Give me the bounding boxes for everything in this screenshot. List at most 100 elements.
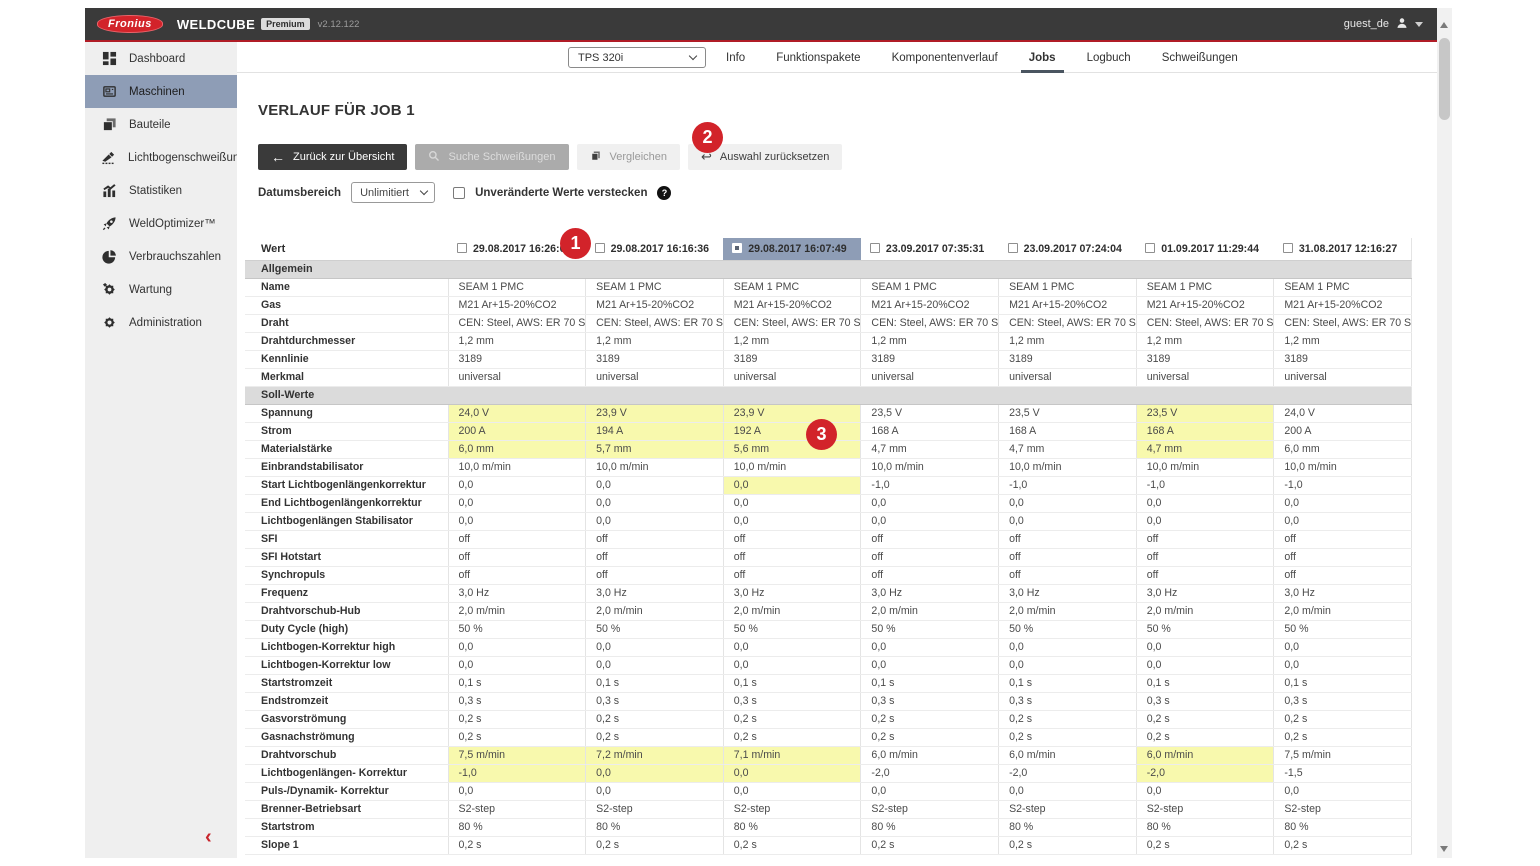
table-row-frequenz: Frequenz 3,0 Hz 3,0 Hz 3,0 Hz 3,0 Hz 3,0 Hz 3,…: [245, 584, 1412, 603]
value-cell: 50 %: [447, 620, 586, 639]
row-label: Endstromzeit: [245, 692, 448, 711]
table-row-duty-cycle-high: Duty Cycle (high) 50 % 50 % 50 % 50 % 50 % 50 …: [245, 620, 1412, 639]
pie-chart-icon: [101, 249, 117, 265]
column-checkbox[interactable]: [869, 242, 880, 253]
value-cell: off: [998, 530, 1137, 549]
value-cell: 80 %: [447, 818, 586, 837]
value-cell: 3,0 Hz: [722, 584, 861, 603]
column-header-6[interactable]: 01.09.2017 11:29:44: [1136, 238, 1274, 261]
value-cell: 3189: [1135, 350, 1274, 369]
value-cell: universal: [998, 368, 1137, 387]
tab-jobs[interactable]: Jobs: [1020, 42, 1064, 73]
date-range-select[interactable]: Unlimitiert: [351, 182, 436, 203]
back-button-label: Zurück zur Übersicht: [293, 151, 395, 163]
value-cell: universal: [1273, 368, 1412, 387]
value-cell: 0,2 s: [722, 728, 861, 747]
app-version: v2.12.122: [317, 18, 360, 30]
column-header-3[interactable]: 29.08.2017 16:07:49: [723, 238, 861, 261]
sidebar-item-bauteile[interactable]: Bauteile: [85, 108, 237, 141]
column-checkbox[interactable]: [1282, 242, 1293, 253]
arrow-left-icon: ←: [271, 149, 285, 165]
column-header-5[interactable]: 23.09.2017 07:24:04: [998, 238, 1137, 261]
table-row-drahtvorschub-hub: Drahtvorschub-Hub 2,0 m/min 2,0 m/min 2,0 m…: [245, 602, 1412, 621]
column-checkbox[interactable]: [457, 242, 467, 253]
sidebar-item-label: Bauteile: [129, 118, 171, 131]
column-checkbox[interactable]: [732, 242, 743, 253]
hide-unchanged-checkbox[interactable]: [453, 186, 466, 199]
sidebar-item-administration[interactable]: Administration: [85, 306, 237, 339]
back-to-overview-button[interactable]: ← Zurück zur Übersicht: [258, 144, 408, 170]
value-cell: 23,9 V: [722, 404, 861, 423]
value-cell: 0,0: [585, 656, 724, 675]
tab-logbuch[interactable]: Logbuch: [1085, 42, 1133, 73]
compare-button[interactable]: Vergleichen: [576, 144, 680, 170]
value-cell: 0,0: [447, 638, 586, 657]
value-cell: -1,0: [447, 764, 586, 783]
sidebar-collapse-button[interactable]: ‹: [205, 827, 212, 847]
value-cell: 3189: [447, 350, 586, 369]
value-cell: 1,2 mm: [722, 332, 861, 351]
machine-select[interactable]: TPS 320i: [568, 47, 706, 68]
column-header-2[interactable]: 29.08.2017 16:16:36: [585, 238, 724, 261]
value-cell: SEAM 1 PMC: [998, 278, 1137, 297]
column-checkbox[interactable]: [594, 242, 605, 253]
vertical-scrollbar[interactable]: [1437, 8, 1452, 858]
value-cell: universal: [860, 368, 999, 387]
sidebar-item-statistiken[interactable]: Statistiken: [85, 174, 237, 207]
value-cell: 0,3 s: [860, 692, 999, 711]
value-cell: 0,1 s: [998, 674, 1137, 693]
value-cell: off: [585, 548, 724, 567]
scroll-up-arrow-icon[interactable]: [1440, 22, 1448, 28]
sidebar-item-wartung[interactable]: Wartung: [85, 273, 237, 306]
scroll-down-arrow-icon[interactable]: [1440, 846, 1448, 852]
value-cell: 24,0 V: [1273, 404, 1412, 423]
value-cell: 0,0: [860, 782, 999, 801]
table-row-drahtdurchmesser: Drahtdurchmesser 1,2 mm 1,2 mm 1,2 mm 1,2 mm…: [245, 332, 1412, 351]
tab-komponentenverlauf[interactable]: Komponentenverlauf: [890, 42, 1000, 73]
annotation-badge-1: 1: [560, 228, 591, 259]
scrollbar-thumb[interactable]: [1439, 38, 1450, 120]
undo-arrow-icon: ↩: [701, 149, 712, 164]
search-welds-button[interactable]: Suche Schweißungen: [415, 144, 569, 170]
value-cell: M21 Ar+15-20%CO2: [722, 296, 861, 315]
table-row-lichtbogenl-ngen-stabilisator: Lichtbogenlängen Stabilisator 0,0 0,0 0,0 0,…: [245, 512, 1412, 531]
help-icon[interactable]: ?: [657, 185, 672, 200]
value-cell: 0,2 s: [585, 710, 724, 729]
column-date: 01.09.2017 11:29:44: [1161, 242, 1259, 255]
value-cell: 0,2 s: [1135, 710, 1274, 729]
table-row-kennlinie: Kennlinie 3189 3189 3189 3189 3189 3189 3189: [245, 350, 1412, 369]
table-row-sfi-hotstart: SFI Hotstart off off off off off off off: [245, 548, 1412, 567]
date-range-label: Datumsbereich: [258, 186, 342, 199]
rocket-icon: [101, 216, 117, 232]
username: guest_de: [1343, 18, 1389, 30]
sidebar-item-lichtbogenschwei-ungen[interactable]: Lichtbogenschweißungen: [85, 141, 258, 174]
value-cell: 2,0 m/min: [1135, 602, 1274, 621]
sidebar-item-weldoptimizer[interactable]: WeldOptimizer™: [85, 207, 237, 240]
value-cell: 168 A: [1135, 422, 1274, 441]
column-header-4[interactable]: 23.09.2017 07:35:31: [860, 238, 999, 261]
value-cell: off: [585, 566, 724, 585]
column-checkbox[interactable]: [1145, 242, 1156, 253]
date-range-value: Unlimitiert: [360, 186, 409, 199]
value-cell: 0,0: [722, 494, 861, 513]
value-cell: 0,0: [585, 494, 724, 513]
value-cell: 0,1 s: [722, 674, 861, 693]
value-cell: 4,7 mm: [1135, 440, 1274, 459]
section-title: Soll-Werte: [245, 385, 1412, 405]
table-row-sfi: SFI off off off off off off off: [245, 530, 1412, 549]
column-checkbox[interactable]: [1007, 242, 1018, 253]
sidebar-item-dashboard[interactable]: Dashboard: [85, 42, 237, 75]
row-label: Synchropuls: [245, 566, 448, 585]
tab-funktionspakete[interactable]: Funktionspakete: [774, 42, 862, 73]
value-cell: 0,0: [585, 782, 724, 801]
column-header-7[interactable]: 31.08.2017 12:16:27: [1273, 238, 1412, 261]
sidebar-item-maschinen[interactable]: Maschinen: [85, 75, 237, 108]
value-cell: 0,1 s: [860, 674, 999, 693]
user-menu[interactable]: guest_de: [1344, 16, 1423, 33]
tab-info[interactable]: Info: [724, 42, 747, 73]
value-cell: 1,2 mm: [447, 332, 586, 351]
sidebar-item-verbrauchszahlen[interactable]: Verbrauchszahlen: [85, 240, 237, 273]
value-cell: 0,0: [860, 638, 999, 657]
tab-schwei-ungen[interactable]: Schweißungen: [1160, 42, 1240, 73]
sidebar: Dashboard Maschinen Bauteile Lichtbogenschw…: [85, 42, 258, 858]
